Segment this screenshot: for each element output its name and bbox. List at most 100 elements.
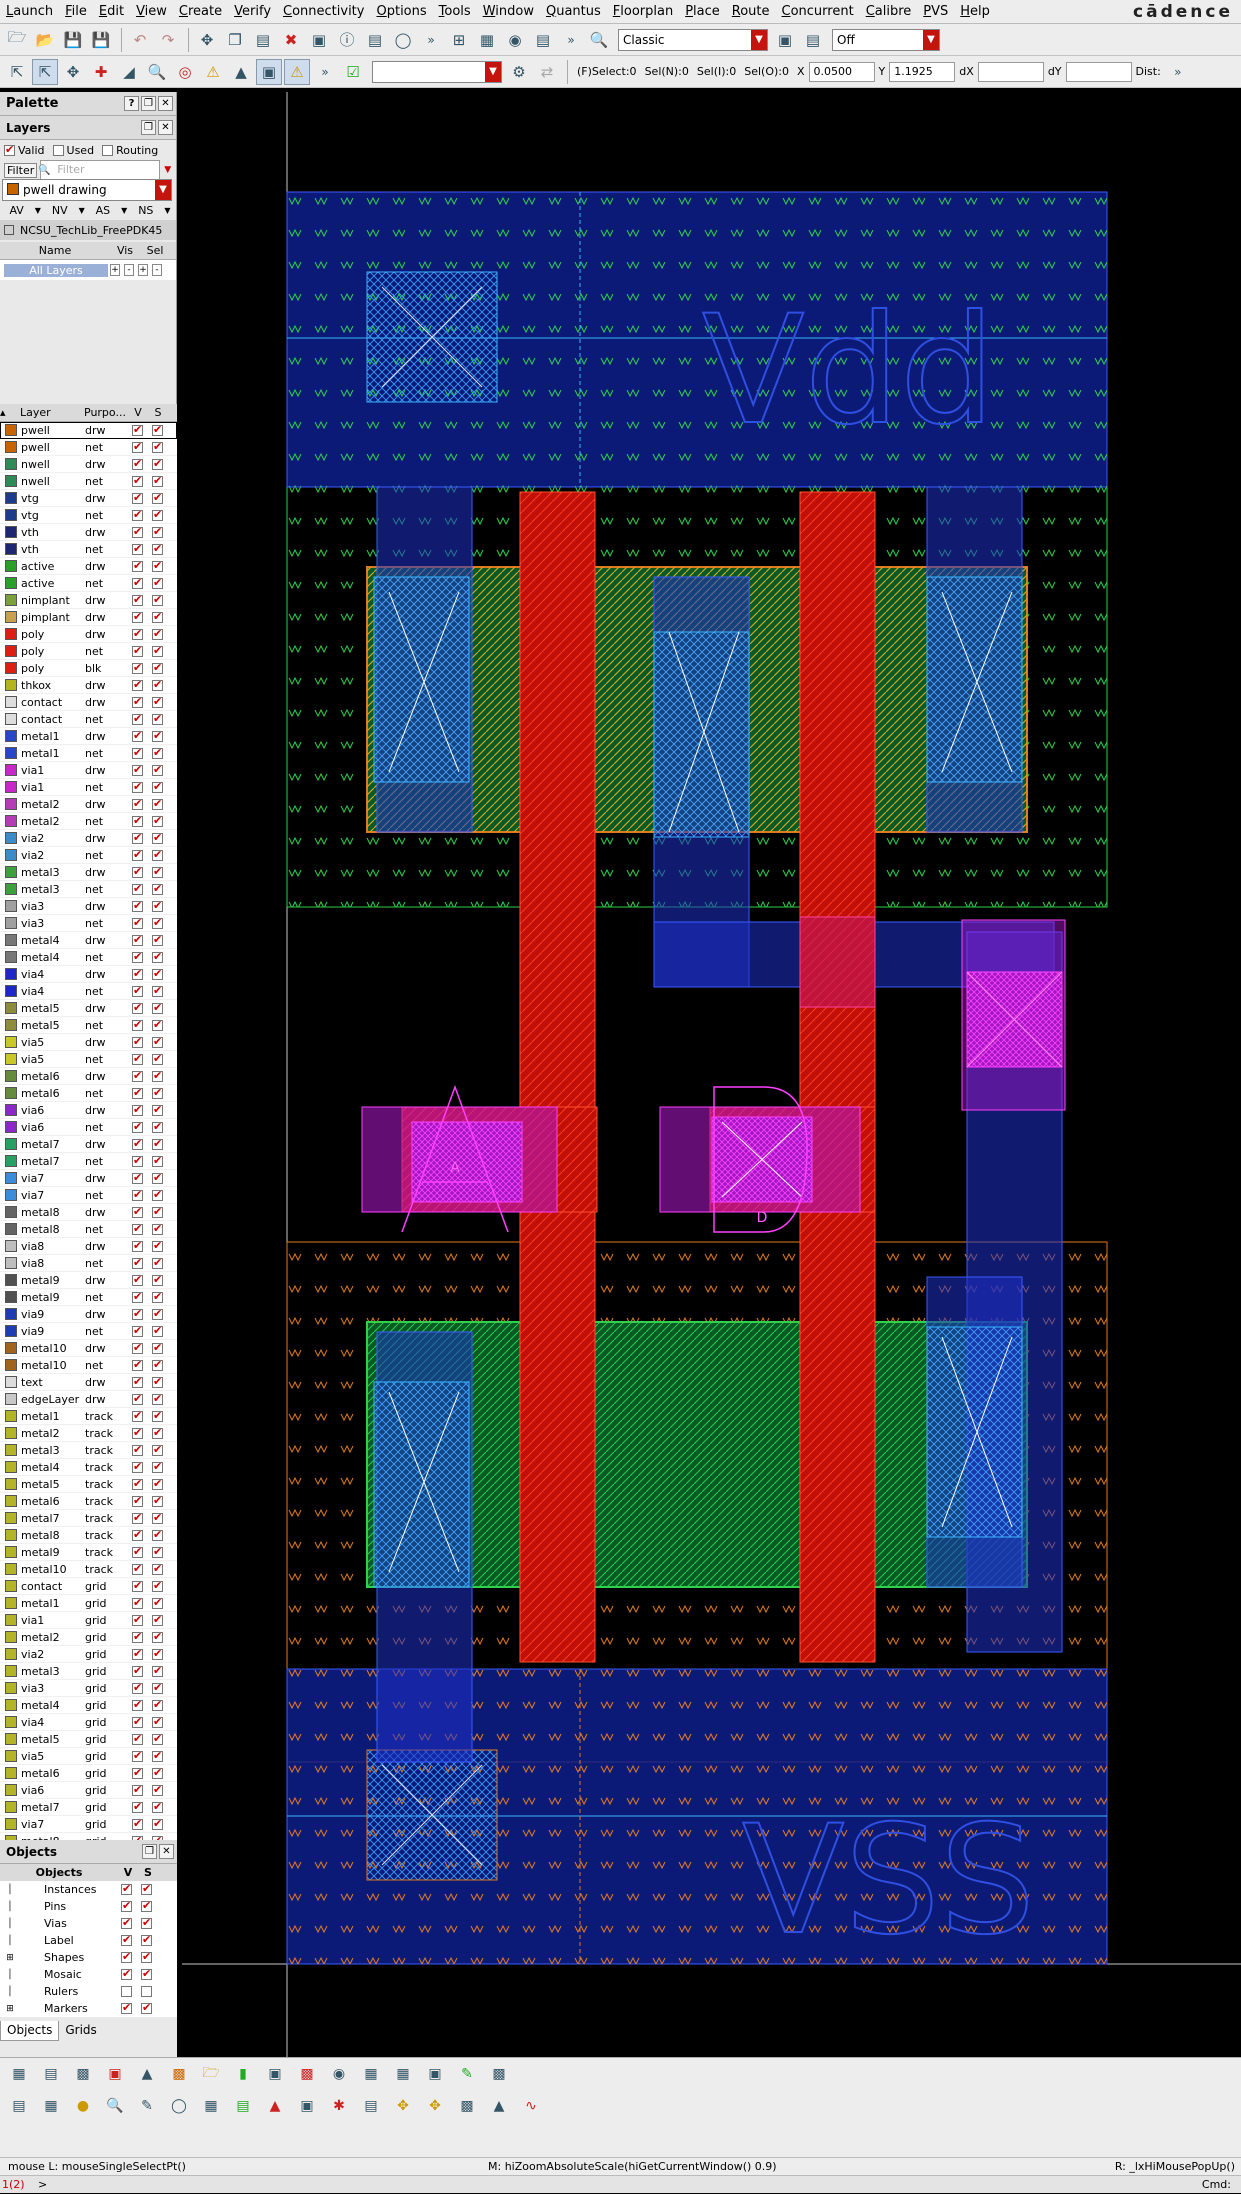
layer-visible-checkbox[interactable] — [132, 1494, 143, 1507]
layer-selectable-checkbox[interactable] — [152, 1545, 163, 1558]
swap-icon[interactable]: ⇄ — [534, 59, 560, 85]
layer-row[interactable]: via5 grid — [0, 1748, 177, 1765]
chevron-down-icon[interactable]: ▼ — [35, 206, 41, 215]
layer-selectable-checkbox[interactable] — [152, 1052, 163, 1065]
tab-grids[interactable]: Grids — [59, 2021, 102, 2041]
layer-visible-checkbox[interactable] — [132, 525, 143, 538]
layer-selectable-checkbox[interactable] — [152, 1324, 163, 1337]
layer-row[interactable]: via4 drw — [0, 966, 177, 983]
menu-item-options[interactable]: Options — [370, 0, 432, 24]
expand-icon[interactable]: ⊞ — [0, 2004, 20, 2014]
color-map-icon[interactable]: ▩ — [166, 2061, 192, 2087]
more-chevron-icon[interactable]: » — [1165, 59, 1191, 85]
layer-selectable-checkbox[interactable] — [152, 882, 163, 895]
sort-icon[interactable]: ▴ — [0, 404, 20, 421]
layer-selectable-checkbox[interactable] — [152, 559, 163, 572]
x-coordinate-field[interactable]: 0.0500 — [808, 61, 875, 82]
layer-selectable-checkbox[interactable] — [152, 1579, 163, 1592]
layout-tool-icon[interactable]: ▦ — [6, 2061, 32, 2087]
chevron-down-icon[interactable]: ▼ — [485, 61, 501, 82]
layer-visible-checkbox[interactable] — [132, 848, 143, 861]
layer-selectable-checkbox[interactable] — [152, 1630, 163, 1643]
layer-selectable-checkbox[interactable] — [152, 1715, 163, 1728]
layer-selectable-checkbox[interactable] — [152, 1256, 163, 1269]
layer-selectable-checkbox[interactable] — [152, 933, 163, 946]
layer-selectable-checkbox[interactable] — [152, 644, 163, 657]
hierarchy-icon[interactable]: ◯ — [390, 27, 416, 53]
layer-row[interactable]: metal8 track — [0, 1527, 177, 1544]
layer-row[interactable]: via9 drw — [0, 1306, 177, 1323]
layer-visible-checkbox[interactable] — [132, 967, 143, 980]
layer-row[interactable]: via2 drw — [0, 830, 177, 847]
layer-combo[interactable]: ▼ — [372, 60, 502, 83]
layer-selectable-checkbox[interactable] — [152, 848, 163, 861]
layer-visible-checkbox[interactable] — [132, 899, 143, 912]
menu-item-verify[interactable]: Verify — [228, 0, 277, 24]
layer-row[interactable]: metal3 grid — [0, 1663, 177, 1680]
layer-selectable-checkbox[interactable] — [152, 1001, 163, 1014]
layer-visible-checkbox[interactable] — [132, 1052, 143, 1065]
vss-label[interactable]: VSS — [741, 1793, 1036, 1969]
layer-row[interactable]: metal3 track — [0, 1442, 177, 1459]
layer-visible-checkbox[interactable] — [132, 1698, 143, 1711]
layer-visible-checkbox[interactable] — [132, 1375, 143, 1388]
object-visible-checkbox[interactable] — [121, 1933, 132, 1946]
menu-item-concurrent[interactable]: Concurrent — [776, 0, 860, 24]
layer-visible-checkbox[interactable] — [132, 1579, 143, 1592]
layer-row[interactable]: metal2 grid — [0, 1629, 177, 1646]
layer-selectable-checkbox[interactable] — [152, 1647, 163, 1660]
layer-selectable-checkbox[interactable] — [152, 1137, 163, 1150]
layer-row[interactable]: vth drw — [0, 524, 177, 541]
layer-row[interactable]: via4 grid — [0, 1714, 177, 1731]
layer-row[interactable]: metal9 track — [0, 1544, 177, 1561]
ruler-icon[interactable]: ◢ — [116, 59, 142, 85]
add-sel-icon[interactable]: + — [138, 264, 148, 276]
poly-gate-a[interactable] — [519, 491, 596, 1663]
open-folder-icon[interactable]: 🗁 — [4, 27, 30, 53]
layer-selectable-checkbox[interactable] — [152, 1307, 163, 1320]
layer-visible-checkbox[interactable] — [132, 508, 143, 521]
vdd-label[interactable]: Vdd — [701, 283, 996, 459]
expand-icon[interactable]: ⊞ — [0, 1953, 20, 1963]
menu-item-create[interactable]: Create — [173, 0, 228, 24]
hierarchy-tool-icon[interactable]: ▤ — [38, 2061, 64, 2087]
layer-row[interactable]: metal3 drw — [0, 864, 177, 881]
layer-visible-checkbox[interactable] — [132, 1681, 143, 1694]
layer-selectable-checkbox[interactable] — [152, 593, 163, 606]
layer-selectable-checkbox[interactable] — [152, 797, 163, 810]
layer-selectable-checkbox[interactable] — [152, 916, 163, 929]
snap-icon[interactable]: ✥ — [60, 59, 86, 85]
layer-visible-checkbox[interactable] — [132, 1630, 143, 1643]
layer-row[interactable]: metal6 track — [0, 1493, 177, 1510]
layer-visible-checkbox[interactable] — [132, 1749, 143, 1762]
layer-visible-checkbox[interactable] — [132, 984, 143, 997]
layer-row[interactable]: metal8 net — [0, 1221, 177, 1238]
layer-visible-checkbox[interactable] — [132, 559, 143, 572]
layer-selectable-checkbox[interactable] — [152, 814, 163, 827]
chevron-down-icon[interactable]: ▼ — [923, 29, 939, 50]
select-icon[interactable]: ⇱ — [4, 59, 30, 85]
ruler-tool-icon[interactable]: ▤ — [6, 2093, 32, 2119]
layer-visible-checkbox[interactable] — [132, 1086, 143, 1099]
layer-visible-checkbox[interactable] — [132, 865, 143, 878]
crosshair-icon[interactable]: ✚ — [88, 59, 114, 85]
grid2-tool-icon[interactable]: ▦ — [390, 2061, 416, 2087]
layer-selectable-checkbox[interactable] — [152, 508, 163, 521]
menu-item-pvs[interactable]: PVS — [917, 0, 954, 24]
workspace-load-icon[interactable]: ▤ — [800, 27, 826, 53]
layer-visible-checkbox[interactable] — [132, 1069, 143, 1082]
object-selectable-checkbox[interactable] — [141, 1950, 152, 1963]
object-selectable-checkbox[interactable] — [141, 1882, 152, 1895]
float-icon[interactable]: ❐ — [141, 96, 156, 111]
float-icon[interactable]: ❐ — [142, 1844, 157, 1859]
layer-selectable-checkbox[interactable] — [152, 1477, 163, 1490]
layer-visible-checkbox[interactable] — [132, 1018, 143, 1031]
layer-selectable-checkbox[interactable] — [152, 1375, 163, 1388]
object-selectable-checkbox[interactable] — [141, 2001, 152, 2014]
routing-checkbox[interactable] — [102, 144, 114, 156]
layer-visible-checkbox[interactable] — [132, 491, 143, 504]
layer-visible-checkbox[interactable] — [132, 1715, 143, 1728]
layer-visible-checkbox[interactable] — [132, 882, 143, 895]
layer-row[interactable]: via6 net — [0, 1119, 177, 1136]
via-a[interactable] — [411, 1121, 523, 1203]
